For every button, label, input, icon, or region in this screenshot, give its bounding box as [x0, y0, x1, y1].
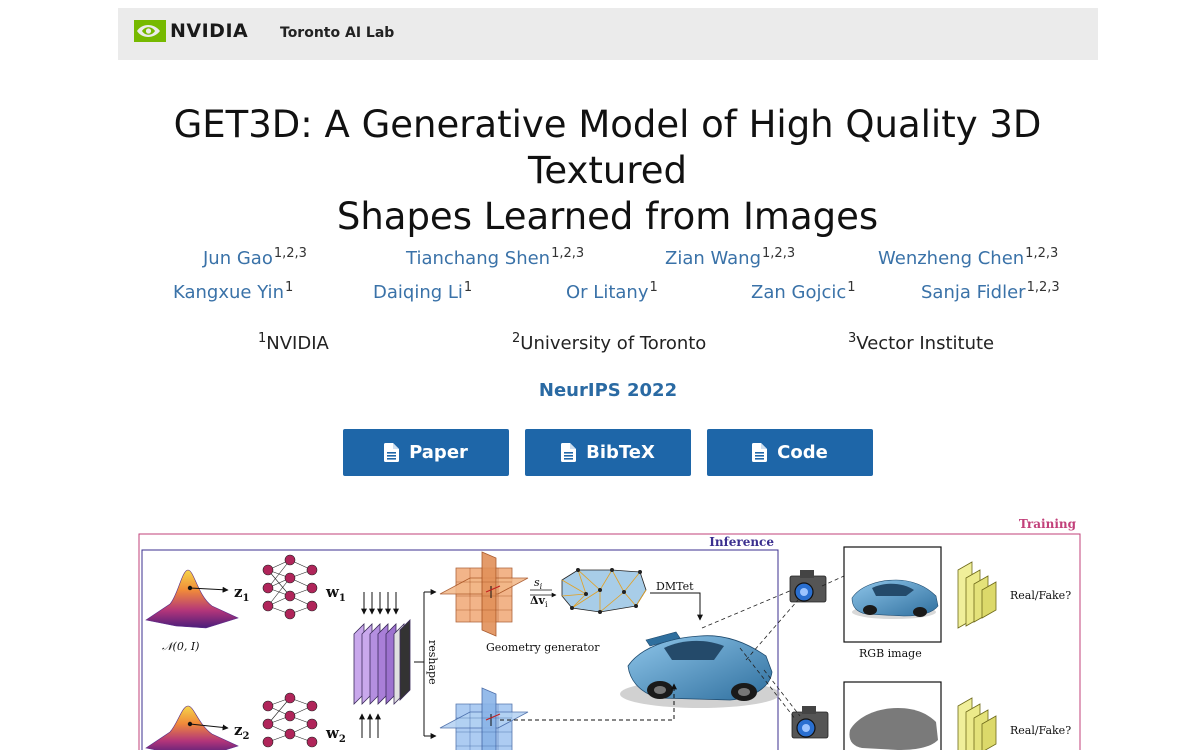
feature-volume-stack — [353, 619, 411, 705]
header-bar: NVIDIA Toronto AI Lab — [118, 8, 1098, 60]
mapping-network-1-nodes — [262, 554, 318, 620]
author-link[interactable]: Wenzheng Chen1,2,3 — [878, 246, 1058, 269]
bibtex-button-label: BibTeX — [586, 442, 655, 463]
w1-label: w1 — [325, 583, 346, 604]
texture-triplane — [439, 687, 529, 750]
logo-text: NVIDIA — [170, 20, 249, 42]
author-link[interactable]: Jun Gao1,2,3 — [203, 246, 307, 269]
title-line-2: Shapes Learned from Images — [336, 195, 879, 238]
sdf-label: si — [534, 576, 543, 591]
real-fake-label-2: Real/Fake? — [1010, 724, 1071, 737]
normal-dist-label: 𝒩(0, I) — [162, 640, 199, 653]
mapping-network-1 — [267, 559, 313, 615]
author-link[interactable]: Tianchang Shen1,2,3 — [406, 246, 584, 269]
venue-label: NeurIPS 2022 — [538, 380, 678, 401]
paper-title: GET3D: A Generative Model of High Qualit… — [100, 102, 1115, 240]
author-link[interactable]: Daiqing Li1 — [373, 280, 472, 303]
gaussian-surface-1 — [145, 569, 239, 629]
z1-label: z1 — [234, 583, 250, 604]
dmtet-label: DMTet — [656, 580, 694, 593]
geometry-generator-label: Geometry generator — [486, 641, 600, 654]
mapping-network-2-nodes — [262, 692, 318, 748]
reshape-label: reshape — [426, 640, 439, 685]
file-icon — [561, 443, 577, 462]
w2-label: w2 — [325, 724, 346, 745]
real-fake-label-1: Real/Fake? — [1010, 589, 1071, 602]
lab-name[interactable]: Toronto AI Lab — [280, 25, 394, 41]
title-line-1: GET3D: A Generative Model of High Qualit… — [173, 103, 1042, 192]
paper-button-label: Paper — [409, 442, 468, 463]
tet-grid — [561, 568, 647, 615]
style-arrows-1 — [361, 592, 399, 615]
inference-label: Inference — [709, 535, 774, 549]
nvidia-eye-icon — [134, 20, 166, 42]
author-link[interactable]: Zan Gojcic1 — [751, 280, 856, 303]
camera-icon — [791, 706, 829, 739]
paper-button[interactable]: Paper — [343, 429, 509, 476]
nvidia-logo[interactable]: NVIDIA — [134, 20, 248, 42]
training-label: Training — [1019, 517, 1077, 531]
code-button[interactable]: Code — [707, 429, 873, 476]
geometry-triplane — [439, 551, 529, 637]
affiliation: 1NVIDIA — [258, 331, 329, 354]
affiliation: 3Vector Institute — [848, 331, 995, 354]
author-link[interactable]: Or Litany1 — [566, 280, 658, 303]
author-link[interactable]: Sanja Fidler1,2,3 — [921, 280, 1060, 303]
discriminator-1 — [957, 561, 997, 629]
deform-label: Δvi — [530, 594, 548, 609]
discriminator-2 — [957, 697, 997, 750]
z2-label: z2 — [234, 721, 250, 742]
affiliation: 2University of Toronto — [512, 331, 707, 354]
rgb-image-label: RGB image — [859, 647, 922, 660]
camera-icon — [789, 570, 827, 603]
author-link[interactable]: Kangxue Yin1 — [173, 280, 293, 303]
textured-car-model — [620, 631, 780, 708]
bibtex-button[interactable]: BibTeX — [525, 429, 691, 476]
code-button-label: Code — [777, 442, 828, 463]
file-icon — [384, 443, 400, 462]
author-link[interactable]: Zian Wang1,2,3 — [665, 246, 795, 269]
file-icon — [752, 443, 768, 462]
style-arrows-2 — [359, 713, 381, 738]
